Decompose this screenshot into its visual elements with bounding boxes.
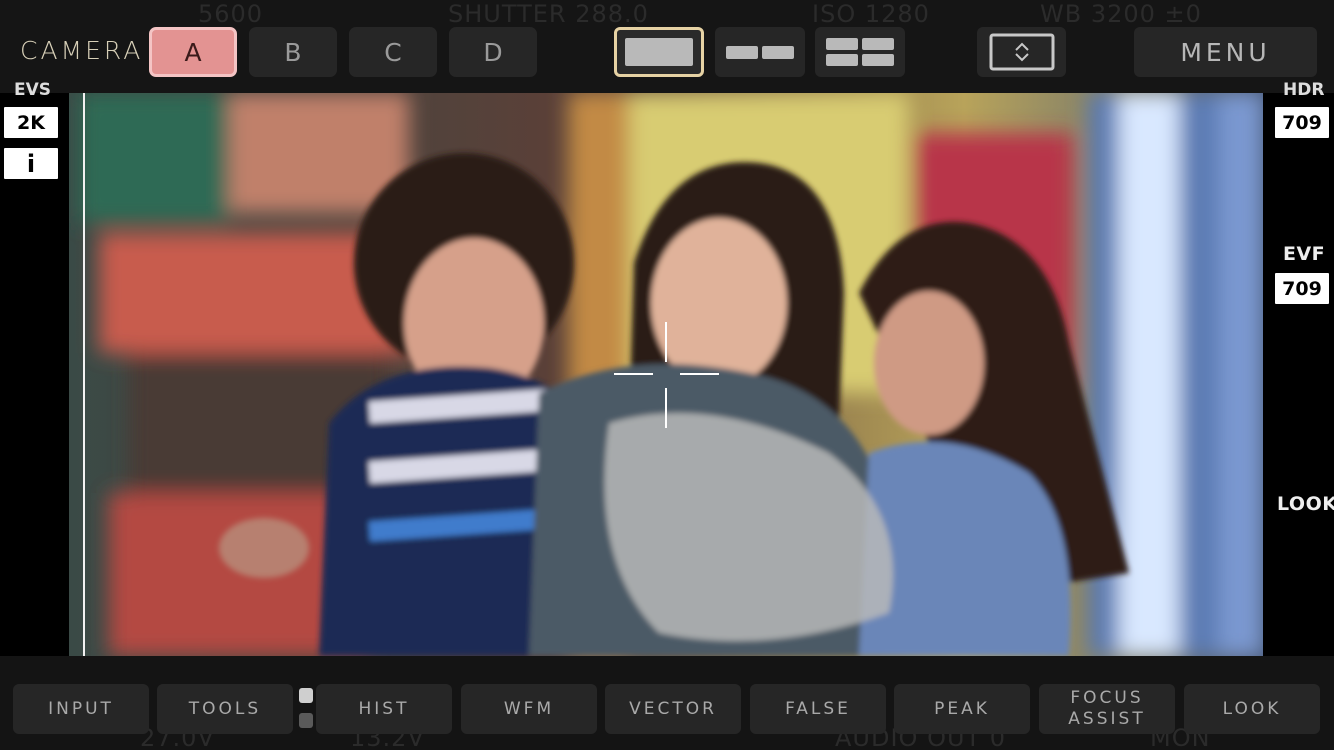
- resolution-badge[interactable]: 2K: [4, 107, 58, 138]
- right-cut-label: HDR: [1283, 80, 1325, 100]
- hdr-badge[interactable]: 709: [1275, 107, 1329, 138]
- camera-label: CAMERA: [20, 36, 144, 65]
- single-view-button[interactable]: [614, 27, 704, 77]
- evf-badge[interactable]: 709: [1275, 273, 1329, 304]
- crosshair-right: [680, 373, 719, 375]
- ghost-readout-1: 5600: [198, 0, 264, 28]
- camera-feed-image: [69, 93, 1263, 656]
- top-toolbar: 5600 SHUTTER 288.0 ISO 1280 WB 3200 ±0 C…: [0, 0, 1334, 93]
- dual-view-icon: [726, 45, 794, 59]
- single-view-icon: [625, 38, 693, 66]
- crosshair-bottom: [665, 388, 667, 428]
- quad-view-icon: [826, 38, 894, 66]
- info-button[interactable]: i: [4, 148, 58, 179]
- histogram-button[interactable]: HIST: [316, 684, 452, 734]
- focus-assist-button[interactable]: FOCUS ASSIST: [1039, 684, 1175, 734]
- look-button[interactable]: LOOK: [1184, 684, 1320, 734]
- dual-view-button[interactable]: [715, 27, 805, 77]
- ghost-readout-2: SHUTTER 288.0: [448, 0, 649, 28]
- camera-d-button[interactable]: D: [449, 27, 537, 77]
- input-button[interactable]: INPUT: [13, 684, 149, 734]
- evf-label: EVF: [1283, 243, 1326, 265]
- peaking-button[interactable]: PEAK: [894, 684, 1030, 734]
- camera-c-button[interactable]: C: [349, 27, 437, 77]
- expand-view-button[interactable]: [977, 27, 1066, 77]
- camera-a-button[interactable]: A: [149, 27, 237, 77]
- waveform-button[interactable]: WFM: [461, 684, 597, 734]
- tools-button[interactable]: TOOLS: [157, 684, 293, 734]
- ghost-readout-4: WB 3200 ±0: [1040, 0, 1202, 28]
- left-cut-label: EVS: [14, 80, 52, 100]
- ghost-readout-3: ISO 1280: [812, 0, 930, 28]
- page-indicator-dot-1[interactable]: [299, 688, 313, 703]
- vectorscope-button[interactable]: VECTOR: [605, 684, 741, 734]
- menu-button[interactable]: MENU: [1134, 27, 1317, 77]
- video-viewport[interactable]: [69, 93, 1263, 656]
- crosshair-top: [665, 322, 667, 362]
- bottom-toolbar: 27.0V 13.2V AUDIO OUT 0 MON INPUT TOOLS …: [0, 656, 1334, 750]
- page-indicator-dot-2[interactable]: [299, 713, 313, 728]
- frame-guide-line: [83, 93, 85, 656]
- look-indicator[interactable]: LOOK: [1277, 493, 1334, 515]
- quad-view-button[interactable]: [815, 27, 905, 77]
- false-color-button[interactable]: FALSE: [750, 684, 886, 734]
- camera-b-button[interactable]: B: [249, 27, 337, 77]
- expand-view-icon: [989, 33, 1054, 71]
- crosshair-left: [614, 373, 653, 375]
